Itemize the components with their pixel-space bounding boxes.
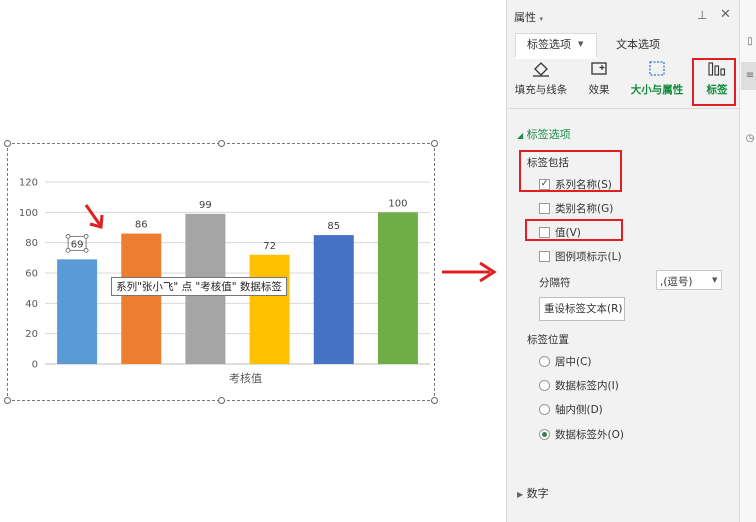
divider	[506, 108, 739, 109]
separator-select-value: ,(逗号)	[660, 276, 693, 288]
data-label: 100	[388, 198, 407, 209]
y-tick-label: 20	[25, 329, 38, 340]
y-tick-label: 0	[32, 360, 38, 371]
panel-title-text: 属性	[514, 11, 536, 24]
bar-chart[interactable]: 0 20 40 60 80 100 120 69 86 99 72 85 100 考核值	[0, 0, 500, 420]
label-handle	[83, 233, 89, 239]
y-tick-label: 80	[25, 238, 38, 249]
annotation-arrow-small	[84, 204, 104, 229]
tool-fill-line[interactable]: 填充与线条	[511, 60, 571, 97]
window-icon[interactable]: ▯	[744, 36, 756, 48]
fill-bucket-icon	[533, 62, 549, 77]
chevron-down-icon: ▾	[539, 15, 544, 23]
data-label: 99	[199, 200, 212, 211]
radio-button[interactable]	[539, 356, 550, 367]
checkbox-legend-key-label: 图例项标示(L)	[555, 251, 622, 263]
y-tick-label: 60	[25, 269, 38, 280]
bar[interactable]	[313, 235, 354, 364]
label-handle	[83, 247, 89, 253]
section-number[interactable]: ▶ 数字	[517, 485, 549, 501]
checkbox-box[interactable]	[539, 203, 550, 214]
triangle-icon: ◢	[517, 131, 524, 140]
tab-underline	[515, 57, 597, 59]
annotation-arrow	[442, 261, 497, 283]
bar[interactable]	[249, 254, 290, 364]
tool-size-properties-label: 大小与属性	[630, 84, 684, 96]
data-label: 69	[71, 239, 84, 250]
radio-button[interactable]	[539, 429, 550, 440]
close-icon[interactable]: ✕	[720, 7, 731, 22]
bar[interactable]	[57, 259, 98, 364]
data-label: 86	[135, 220, 148, 231]
clock-icon[interactable]: ◷	[744, 133, 756, 145]
checkbox-category-name-label: 类别名称(G)	[555, 203, 614, 215]
data-label: 72	[263, 241, 276, 252]
chevron-down-icon: ▼	[578, 40, 584, 48]
section-label-options[interactable]: ◢ 标签选项	[517, 126, 571, 142]
checkbox-box[interactable]	[539, 251, 550, 262]
label-handle	[65, 233, 71, 239]
triangle-right-icon: ▶	[517, 490, 524, 499]
data-label: 85	[327, 221, 340, 232]
bar[interactable]	[121, 233, 162, 364]
highlight-box	[525, 219, 623, 241]
separator-label: 分隔符	[539, 277, 571, 289]
radio-center-label: 居中(C)	[555, 356, 592, 368]
y-tick-label: 40	[25, 299, 38, 310]
tool-size-properties[interactable]: 大小与属性	[627, 60, 687, 97]
radio-inside-base-label: 轴内侧(D)	[555, 404, 603, 416]
effects-icon	[591, 62, 607, 75]
tool-effects-label: 效果	[588, 84, 610, 96]
chevron-down-icon: ▼	[712, 276, 718, 284]
checkbox-box[interactable]: ✓	[539, 179, 550, 190]
size-properties-icon	[649, 61, 665, 76]
tool-fill-line-label: 填充与线条	[514, 84, 568, 96]
y-tick-label: 100	[19, 208, 38, 219]
bar[interactable]	[377, 212, 418, 364]
tooltip: 系列"张小飞" 点 "考核值" 数据标签	[111, 277, 287, 296]
sliders-icon[interactable]: ≡	[744, 70, 756, 82]
checkbox-series-name-label: 系列名称(S)	[555, 179, 612, 191]
radio-button[interactable]	[539, 404, 550, 415]
panel-title[interactable]: 属性 ▾	[514, 9, 543, 25]
radio-inside-end-label: 数据标签内(I)	[555, 380, 619, 392]
label-handle	[65, 247, 71, 253]
tool-effects[interactable]: 效果	[569, 60, 629, 97]
radio-button[interactable]	[539, 380, 550, 391]
section-label-options-text: 标签选项	[526, 128, 571, 141]
highlight-box	[692, 58, 736, 106]
reset-label-text-button[interactable]: 重设标签文本(R)	[539, 297, 625, 321]
separator-select[interactable]: ,(逗号) ▼	[656, 270, 722, 290]
x-axis-title: 考核值	[229, 371, 262, 385]
tab-text-options[interactable]: 文本选项	[616, 34, 660, 56]
label-position-heading: 标签位置	[527, 334, 569, 346]
radio-outside-end-label: 数据标签外(O)	[555, 429, 624, 441]
pin-icon[interactable]: ⊥	[697, 8, 707, 22]
section-number-text: 数字	[526, 487, 549, 500]
y-tick-label: 120	[19, 178, 38, 189]
tab-label-options-text: 标签选项	[527, 38, 571, 51]
